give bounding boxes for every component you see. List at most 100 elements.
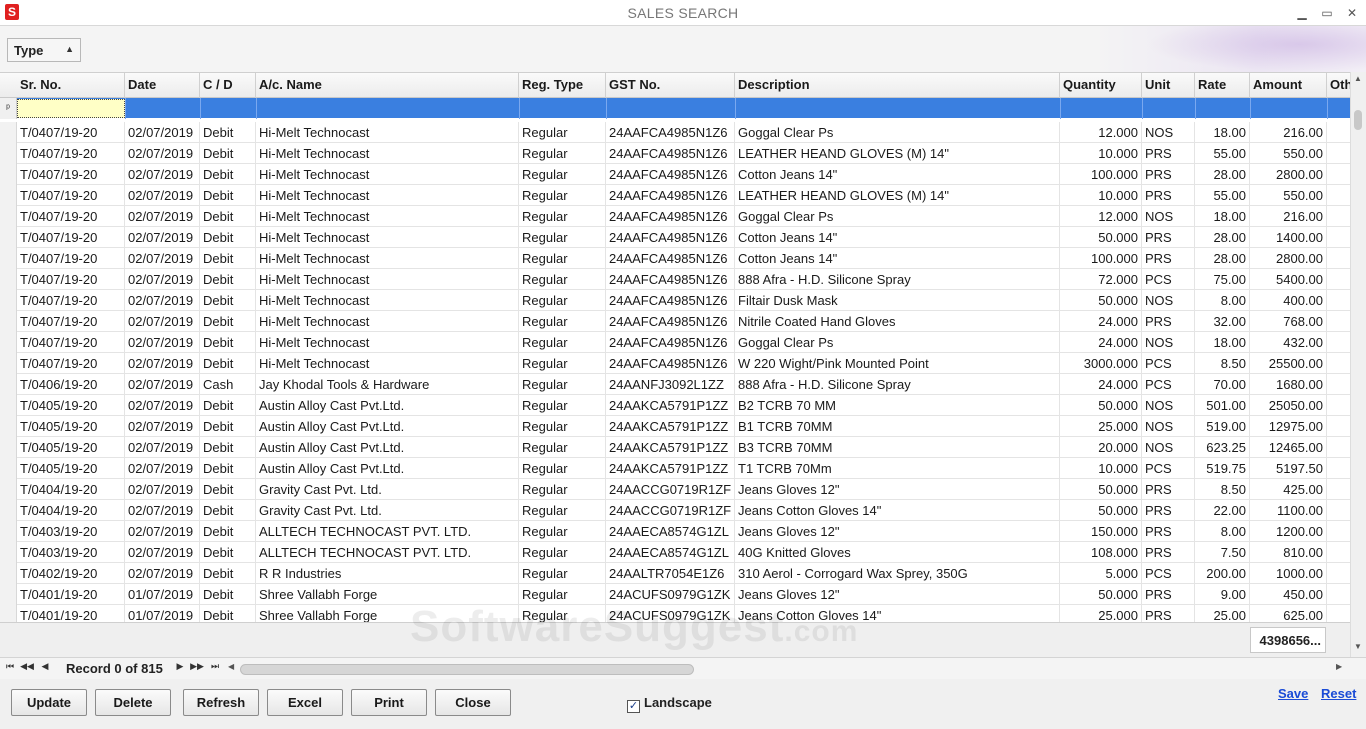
- table-row[interactable]: T/0407/19-20 02/07/2019 Debit Hi-Melt Techn…: [17, 332, 1350, 353]
- table-row[interactable]: T/0403/19-20 02/07/2019 Debit ALLTECH TECHN…: [17, 521, 1350, 542]
- cell-cd: Cash: [200, 374, 256, 395]
- filter-cell-sr-no[interactable]: [17, 99, 125, 118]
- column-header-cd[interactable]: C / D: [200, 73, 256, 98]
- cell-cd: Debit: [200, 332, 256, 353]
- table-row[interactable]: T/0407/19-20 02/07/2019 Debit Hi-Melt Techn…: [17, 185, 1350, 206]
- column-header-gst-no[interactable]: GST No.: [606, 73, 735, 98]
- table-row[interactable]: T/0405/19-20 02/07/2019 Debit Austin Alloy …: [17, 416, 1350, 437]
- table-row[interactable]: T/0407/19-20 02/07/2019 Debit Hi-Melt Techn…: [17, 227, 1350, 248]
- landscape-checkbox[interactable]: ✓: [627, 700, 640, 713]
- cell-quantity: 50.000: [1060, 479, 1142, 500]
- last-record-icon[interactable]: ⏭: [207, 661, 223, 672]
- maximize-icon[interactable]: ▭: [1318, 4, 1336, 22]
- table-row[interactable]: T/0407/19-20 02/07/2019 Debit Hi-Melt Techn…: [17, 206, 1350, 227]
- cell-unit: PRS: [1142, 479, 1195, 500]
- table-row[interactable]: T/0404/19-20 02/07/2019 Debit Gravity Cast …: [17, 500, 1350, 521]
- cell-other: [1327, 416, 1350, 437]
- column-header-amount[interactable]: Amount: [1250, 73, 1327, 98]
- column-header-rate[interactable]: Rate: [1195, 73, 1250, 98]
- vertical-scrollbar[interactable]: ▲ ▼: [1350, 72, 1366, 657]
- vertical-scroll-thumb[interactable]: [1354, 110, 1362, 130]
- cell-other: [1327, 458, 1350, 479]
- table-row[interactable]: T/0407/19-20 02/07/2019 Debit Hi-Melt Techn…: [17, 164, 1350, 185]
- cell-quantity: 10.000: [1060, 143, 1142, 164]
- cell-cd: Debit: [200, 248, 256, 269]
- table-row[interactable]: T/0407/19-20 02/07/2019 Debit Hi-Melt Techn…: [17, 311, 1350, 332]
- column-header-unit[interactable]: Unit: [1142, 73, 1195, 98]
- landscape-option[interactable]: ✓ Landscape: [627, 695, 712, 713]
- scroll-up-icon[interactable]: ▲: [1354, 74, 1362, 83]
- cell-amount: 1200.00: [1250, 521, 1327, 542]
- table-row[interactable]: T/0407/19-20 02/07/2019 Debit Hi-Melt Techn…: [17, 122, 1350, 143]
- table-row[interactable]: T/0404/19-20 02/07/2019 Debit Gravity Cast …: [17, 479, 1350, 500]
- auto-filter-row[interactable]: ᵖ: [0, 98, 1350, 119]
- column-header-quantity[interactable]: Quantity: [1060, 73, 1142, 98]
- cell-other: [1327, 143, 1350, 164]
- cell-cd: Debit: [200, 395, 256, 416]
- first-record-icon[interactable]: ⏮: [2, 661, 18, 672]
- cell-quantity: 100.000: [1060, 164, 1142, 185]
- prev-record-icon[interactable]: ◀: [37, 661, 53, 672]
- horizontal-scroll-thumb[interactable]: [240, 664, 694, 675]
- cell-gst-no: 24AAFCA4985N1Z6: [606, 290, 735, 311]
- table-row[interactable]: T/0402/19-20 02/07/2019 Debit R R Industrie…: [17, 563, 1350, 584]
- table-row[interactable]: T/0405/19-20 02/07/2019 Debit Austin Alloy …: [17, 437, 1350, 458]
- next-page-icon[interactable]: ▶▶: [189, 661, 205, 672]
- delete-button[interactable]: Delete: [95, 689, 171, 716]
- cell-gst-no: 24AAFCA4985N1Z6: [606, 206, 735, 227]
- cell-sr-no: T/0407/19-20: [17, 269, 125, 290]
- cell-gst-no: 24AACCG0719R1ZF: [606, 479, 735, 500]
- cell-description: LEATHER HEAND GLOVES (M) 14": [735, 143, 1060, 164]
- cell-date: 01/07/2019: [125, 605, 200, 622]
- amount-total: 4398656...: [1250, 627, 1326, 653]
- table-row[interactable]: T/0407/19-20 02/07/2019 Debit Hi-Melt Techn…: [17, 269, 1350, 290]
- save-link[interactable]: Save: [1278, 686, 1308, 701]
- cell-reg-type: Regular: [519, 206, 606, 227]
- prev-page-icon[interactable]: ◀◀: [19, 661, 35, 672]
- cell-cd: Debit: [200, 290, 256, 311]
- refresh-button[interactable]: Refresh: [183, 689, 259, 716]
- reset-link[interactable]: Reset: [1321, 686, 1356, 701]
- table-row[interactable]: T/0407/19-20 02/07/2019 Debit Hi-Melt Techn…: [17, 290, 1350, 311]
- scroll-right-icon[interactable]: ▶: [1336, 662, 1342, 671]
- type-group-dropdown[interactable]: Type ▲: [7, 38, 81, 62]
- minimize-icon[interactable]: ▁: [1293, 4, 1311, 22]
- table-row[interactable]: T/0407/19-20 02/07/2019 Debit Hi-Melt Techn…: [17, 143, 1350, 164]
- column-header-reg-type[interactable]: Reg. Type: [519, 73, 606, 98]
- column-header-ac-name[interactable]: A/c. Name: [256, 73, 519, 98]
- close-window-icon[interactable]: ✕: [1343, 4, 1361, 22]
- column-header-other[interactable]: Oth: [1327, 73, 1350, 98]
- update-button[interactable]: Update: [11, 689, 87, 716]
- filter-cell-divider: [125, 98, 126, 119]
- scroll-left-icon[interactable]: ◀: [228, 662, 234, 671]
- cell-rate: 55.00: [1195, 185, 1250, 206]
- table-row[interactable]: T/0403/19-20 02/07/2019 Debit ALLTECH TECHN…: [17, 542, 1350, 563]
- cell-description: Nitrile Coated Hand Gloves: [735, 311, 1060, 332]
- horizontal-scrollbar[interactable]: [240, 662, 1330, 676]
- column-header-description[interactable]: Description: [735, 73, 1060, 98]
- excel-button[interactable]: Excel: [267, 689, 343, 716]
- cell-description: Goggal Clear Ps: [735, 332, 1060, 353]
- table-row[interactable]: T/0407/19-20 02/07/2019 Debit Hi-Melt Techn…: [17, 353, 1350, 374]
- table-row[interactable]: T/0406/19-20 02/07/2019 Cash Jay Khodal Too…: [17, 374, 1350, 395]
- cell-reg-type: Regular: [519, 290, 606, 311]
- next-record-icon[interactable]: ▶: [172, 661, 188, 672]
- cell-reg-type: Regular: [519, 500, 606, 521]
- cell-amount: 5197.50: [1250, 458, 1327, 479]
- close-button[interactable]: Close: [435, 689, 511, 716]
- grid-header: Sr. No. Date C / D A/c. Name Reg. Type GST No…: [0, 73, 1350, 98]
- scroll-down-icon[interactable]: ▼: [1354, 642, 1362, 651]
- cell-rate: 8.50: [1195, 353, 1250, 374]
- cell-reg-type: Regular: [519, 458, 606, 479]
- column-header-date[interactable]: Date: [125, 73, 200, 98]
- print-button[interactable]: Print: [351, 689, 427, 716]
- table-row[interactable]: T/0405/19-20 02/07/2019 Debit Austin Alloy …: [17, 395, 1350, 416]
- table-row[interactable]: T/0407/19-20 02/07/2019 Debit Hi-Melt Techn…: [17, 248, 1350, 269]
- table-row[interactable]: T/0405/19-20 02/07/2019 Debit Austin Alloy …: [17, 458, 1350, 479]
- cell-reg-type: Regular: [519, 143, 606, 164]
- column-header-sr-no[interactable]: Sr. No.: [17, 73, 125, 98]
- cell-description: 888 Afra - H.D. Silicone Spray: [735, 374, 1060, 395]
- cell-rate: 70.00: [1195, 374, 1250, 395]
- cell-other: [1327, 311, 1350, 332]
- cell-rate: 623.25: [1195, 437, 1250, 458]
